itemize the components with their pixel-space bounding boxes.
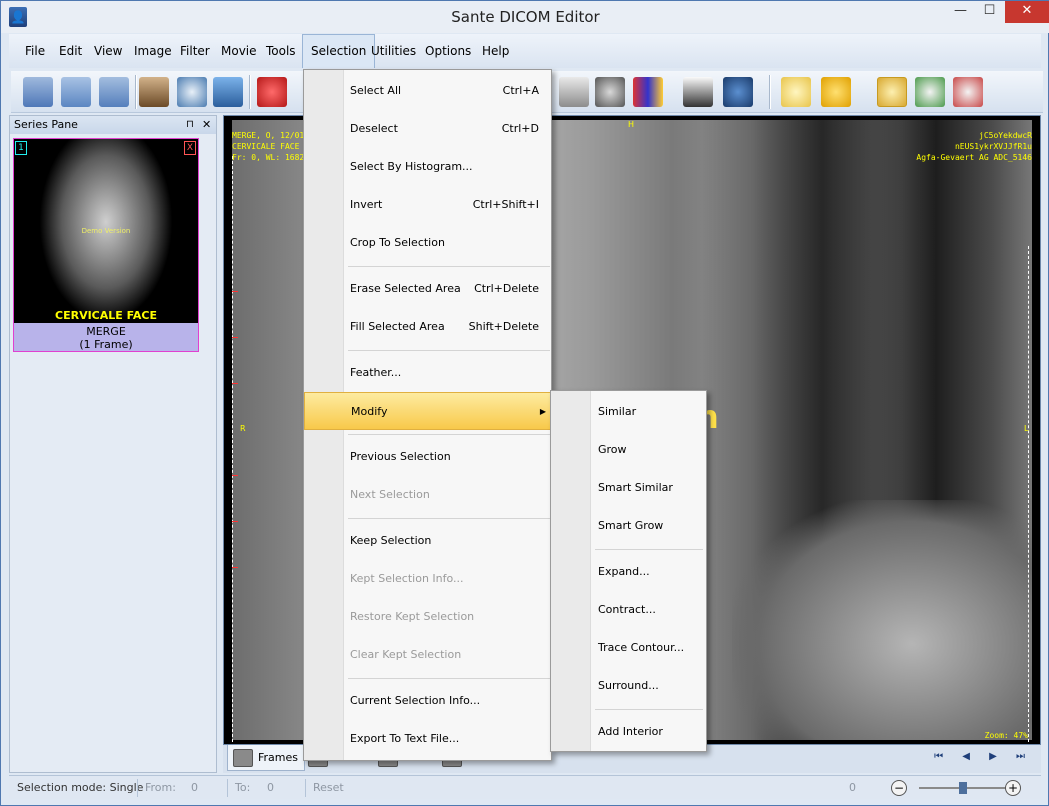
overlay-top-left: MERGE, O, 12/01 CERVICALE FACE Fr: 0, WL…	[232, 131, 310, 162]
to-value: 0	[267, 781, 274, 794]
thumbnail-remove-icon[interactable]: X	[184, 141, 196, 155]
series-thumbnail[interactable]: 1 X Demo Version CERVICALE FACE MERGE (1…	[13, 138, 199, 352]
zoom-slider-thumb[interactable]	[959, 782, 967, 794]
color-lut-icon[interactable]	[633, 77, 663, 107]
open-cd-icon[interactable]	[177, 77, 207, 107]
submenu-smart-grow[interactable]: Smart Grow	[551, 507, 706, 545]
menu-kept-selection-info[interactable]: Kept Selection Info...	[304, 560, 551, 598]
thumbnail-label: CERVICALE FACE	[55, 309, 157, 322]
zoom-value: 0	[849, 781, 856, 794]
hand-pan-icon[interactable]	[781, 77, 811, 107]
thumbnail-number: 1	[15, 141, 27, 155]
menu-next-selection[interactable]: Next Selection	[304, 476, 551, 514]
to-label: To:	[235, 781, 251, 794]
menu-feather[interactable]: Feather...	[304, 354, 551, 392]
menu-crop-to-selection[interactable]: Crop To Selection	[304, 224, 551, 262]
orientation-top: H	[628, 120, 635, 129]
menu-invert[interactable]: Invert Ctrl+Shift+I	[304, 186, 551, 224]
submenu-surround[interactable]: Surround...	[551, 667, 706, 705]
menu-keep-selection[interactable]: Keep Selection	[304, 522, 551, 560]
menu-restore-kept-selection[interactable]: Restore Kept Selection	[304, 598, 551, 636]
submenu-add-interior[interactable]: Add Interior	[551, 713, 706, 751]
submenu-trace-contour[interactable]: Trace Contour...	[551, 629, 706, 667]
zoom-fit-icon[interactable]	[915, 77, 945, 107]
menu-help[interactable]: Help	[474, 34, 517, 68]
network-icon[interactable]	[213, 77, 243, 107]
menu-fill-selected-area[interactable]: Fill Selected Area Shift+Delete	[304, 308, 551, 346]
minimize-button[interactable]: —	[947, 1, 974, 23]
submenu-contract[interactable]: Contract...	[551, 591, 706, 629]
orientation-left: R	[240, 424, 246, 433]
reset-button[interactable]: Reset	[313, 776, 344, 800]
submenu-smart-similar[interactable]: Smart Similar	[551, 469, 706, 507]
thumbnail-demo-label: Demo Version	[81, 227, 131, 235]
series-name: MERGE	[86, 325, 126, 338]
modify-submenu: Similar Grow Smart Similar Smart Grow Ex…	[550, 390, 707, 752]
brightness-icon[interactable]	[821, 77, 851, 107]
title-bar: 👤 Sante DICOM Editor — ☐ ✕	[1, 1, 1049, 33]
xray-view-icon[interactable]	[559, 77, 589, 107]
zoom-magnify-icon[interactable]	[953, 77, 983, 107]
delete-icon[interactable]	[257, 77, 287, 107]
selection-mode-status: Selection mode: Single	[17, 781, 144, 794]
menu-select-all[interactable]: Select All Ctrl+A	[304, 72, 551, 110]
menu-edit[interactable]: Edit	[51, 34, 90, 68]
menu-deselect[interactable]: Deselect Ctrl+D	[304, 110, 551, 148]
submenu-expand[interactable]: Expand...	[551, 553, 706, 591]
menu-clear-kept-selection[interactable]: Clear Kept Selection	[304, 636, 551, 674]
window-level-icon[interactable]	[683, 77, 713, 107]
menu-select-by-histogram[interactable]: Select By Histogram...	[304, 148, 551, 186]
menu-erase-selected-area[interactable]: Erase Selected Area Ctrl+Delete	[304, 270, 551, 308]
frame-right-border	[1028, 246, 1029, 742]
menu-bar: File Edit View Image Filter Movie Tools …	[9, 34, 1041, 68]
from-label: From:	[145, 781, 176, 794]
menu-view[interactable]: View	[86, 34, 130, 68]
menu-movie[interactable]: Movie	[213, 34, 265, 68]
zoom-in-icon[interactable]: +	[1005, 780, 1021, 796]
zoom-readout: Zoom: 47%	[984, 731, 1028, 740]
window-title: Sante DICOM Editor	[451, 8, 600, 26]
submenu-similar[interactable]: Similar	[551, 393, 706, 431]
open-files-icon[interactable]	[61, 77, 91, 107]
pin-icon[interactable]: ⊓	[186, 116, 194, 134]
menu-modify[interactable]: Modify ▶	[304, 392, 551, 430]
submenu-grow[interactable]: Grow	[551, 431, 706, 469]
pan-frame-icon[interactable]	[723, 77, 753, 107]
series-pane-header: Series Pane ⊓ ✕	[10, 116, 216, 134]
pane-close-icon[interactable]: ✕	[202, 116, 211, 134]
menu-options[interactable]: Options	[417, 34, 479, 68]
menu-file[interactable]: File	[17, 34, 53, 68]
series-frame-count: (1 Frame)	[79, 338, 133, 351]
menu-tools[interactable]: Tools	[258, 34, 304, 68]
maximize-button[interactable]: ☐	[976, 1, 1003, 23]
open-dicomdir-icon[interactable]	[99, 77, 129, 107]
series-pane: Series Pane ⊓ ✕ 1 X Demo Version CERVICA…	[9, 115, 217, 773]
menu-current-selection-info[interactable]: Current Selection Info...	[304, 682, 551, 720]
menu-utilities[interactable]: Utilities	[363, 34, 424, 68]
close-button[interactable]: ✕	[1005, 1, 1049, 23]
tab-frames[interactable]: Frames	[227, 745, 306, 771]
thumbnail-caption: MERGE (1 Frame)	[14, 325, 198, 351]
menu-previous-selection[interactable]: Previous Selection	[304, 438, 551, 476]
from-value: 0	[191, 781, 198, 794]
frames-icon	[233, 749, 253, 767]
frame-left-border	[232, 156, 233, 742]
submenu-arrow-icon: ▶	[539, 407, 546, 416]
frame-navigation[interactable]: ⏮ ◀ ▶ ⏭	[934, 751, 1033, 762]
zoom-icon[interactable]	[877, 77, 907, 107]
ct-view-icon[interactable]	[595, 77, 625, 107]
overlay-top-right: jC5oYekdwcR nEUS1ykrXVJJfR1u Agfa-Gevaer…	[916, 131, 1032, 162]
zoom-out-icon[interactable]: −	[891, 780, 907, 796]
app-window: 👤 Sante DICOM Editor — ☐ ✕ File Edit Vie…	[0, 0, 1049, 806]
menu-export-to-text-file[interactable]: Export To Text File...	[304, 720, 551, 758]
menu-filter[interactable]: Filter	[172, 34, 218, 68]
open-folder-icon[interactable]	[23, 77, 53, 107]
orientation-right: L	[1024, 424, 1029, 433]
status-bar: Selection mode: Single From: 0 To: 0 Res…	[9, 775, 1041, 799]
series-pane-title: Series Pane	[14, 118, 78, 131]
selection-menu: Select All Ctrl+A Deselect Ctrl+D Select B…	[303, 69, 552, 761]
open-archive-icon[interactable]	[139, 77, 169, 107]
